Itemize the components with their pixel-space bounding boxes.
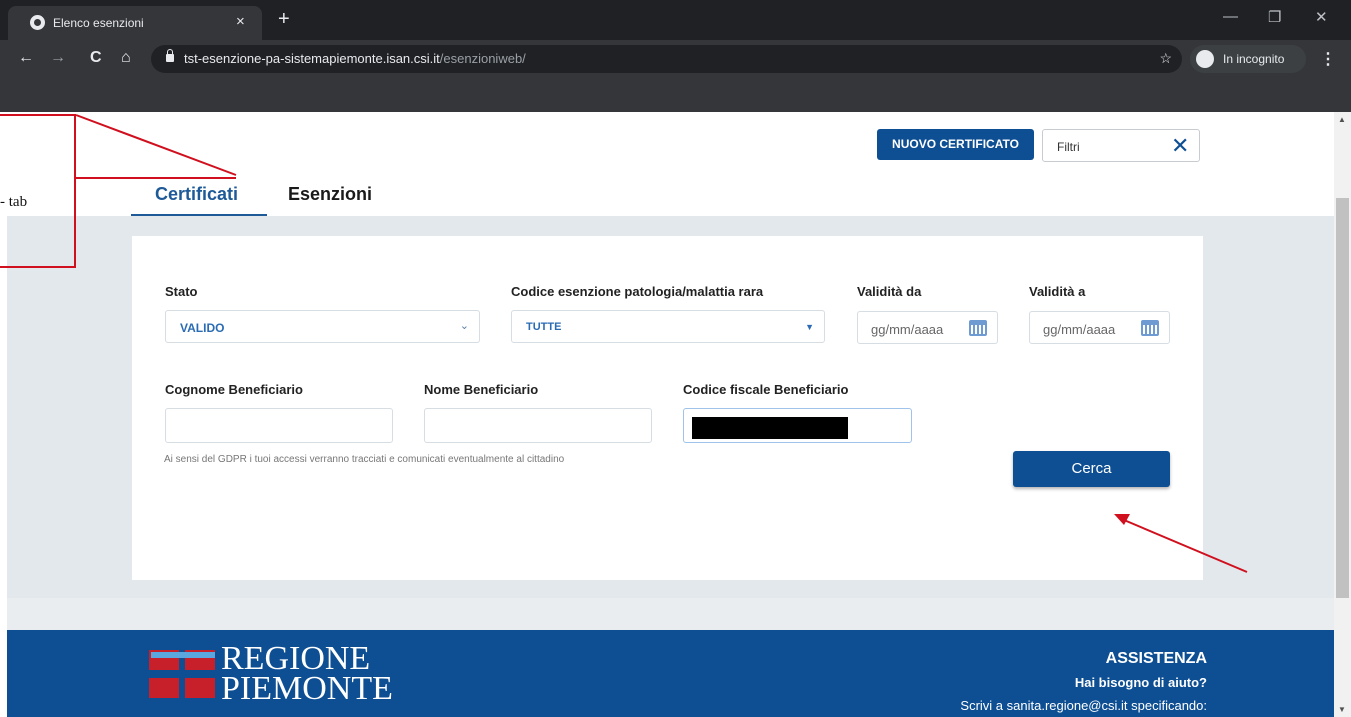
minimize-icon[interactable]: — <box>1223 8 1238 25</box>
nome-label: Nome Beneficiario <box>424 382 539 397</box>
calendar-icon[interactable] <box>1141 320 1159 336</box>
validita-a-label: Validità a <box>1029 284 1086 299</box>
tab-certificati[interactable]: Certificati <box>155 184 238 205</box>
codice-esenzione-select[interactable]: TUTTE ▼ <box>511 310 825 343</box>
globe-icon <box>30 15 45 30</box>
back-icon[interactable]: ← <box>18 49 34 67</box>
home-icon[interactable]: ⌂ <box>121 49 131 67</box>
nome-input[interactable] <box>424 408 652 443</box>
restore-icon[interactable]: ❐ <box>1268 8 1281 26</box>
help-text: Hai bisogno di aiuto? <box>1074 675 1207 690</box>
tab-close-icon[interactable]: × <box>236 13 245 30</box>
browser-toolbar: ← → C ⌂ tst-esenzione-pa-sistemapiemonte… <box>0 40 1351 78</box>
contact-text: Scrivi a sanita.regione@csi.it specifica… <box>960 698 1207 713</box>
new-tab-button[interactable]: + <box>278 8 290 31</box>
annotation-callout: - tab <box>0 114 76 268</box>
codice-fiscale-label: Codice fiscale Beneficiario <box>683 382 849 397</box>
tab-esenzioni[interactable]: Esenzioni <box>288 184 372 205</box>
page-content: NUOVO CERTIFICATO Filtri ✕ Certificati E… <box>0 112 1334 717</box>
regione-logo <box>149 650 217 704</box>
codice-esenzione-value: TUTTE <box>526 321 562 333</box>
tab-title: Elenco esenzioni <box>53 16 144 30</box>
page-scrollbar[interactable]: ▲ ▼ <box>1334 112 1351 717</box>
stato-select[interactable]: VALIDO ⌄ <box>165 310 480 343</box>
browser-tab[interactable]: Elenco esenzioni × <box>8 6 262 40</box>
incognito-icon <box>1196 50 1214 68</box>
close-icon[interactable]: ✕ <box>1171 133 1189 159</box>
forward-icon[interactable]: → <box>50 49 66 67</box>
validita-da-input[interactable]: gg/mm/aaaa <box>857 311 998 344</box>
browser-tab-bar: Elenco esenzioni × + — ❐ ✕ <box>0 0 1351 40</box>
scroll-down-icon[interactable]: ▼ <box>1338 705 1346 714</box>
validita-da-label: Validità da <box>857 284 922 299</box>
codice-fiscale-input[interactable] <box>683 408 912 443</box>
validita-a-placeholder: gg/mm/aaaa <box>1043 322 1116 337</box>
cognome-input[interactable] <box>165 408 393 443</box>
stato-label: Stato <box>165 284 198 299</box>
incognito-label: In incognito <box>1223 52 1285 66</box>
chevron-down-icon: ⌄ <box>459 320 469 332</box>
window-close-icon[interactable]: ✕ <box>1315 8 1328 26</box>
regione-logo-text: REGIONE PIEMONTE <box>221 640 393 707</box>
tab-strip: Certificati Esenzioni <box>131 172 403 217</box>
caret-down-icon: ▼ <box>805 322 814 332</box>
reload-icon[interactable]: C <box>90 49 102 67</box>
codice-esenzione-label: Codice esenzione patologia/malattia rara <box>511 284 764 299</box>
assistance-title: ASSISTENZA <box>1105 650 1207 667</box>
search-button[interactable]: Cerca <box>1013 451 1170 487</box>
address-bar[interactable]: tst-esenzione-pa-sistemapiemonte.isan.cs… <box>151 45 1182 73</box>
url-text: tst-esenzione-pa-sistemapiemonte.isan.cs… <box>184 51 526 66</box>
footer: REGIONE PIEMONTE ASSISTENZA Hai bisogno … <box>7 630 1334 717</box>
redacted-value <box>692 417 848 439</box>
cognome-label: Cognome Beneficiario <box>165 382 303 397</box>
annotation-label: - tab <box>0 194 28 210</box>
filters-label: Filtri <box>1057 140 1080 154</box>
scrollbar-thumb[interactable] <box>1336 198 1349 598</box>
browser-menu-icon[interactable]: ⋮ <box>1320 49 1336 69</box>
new-certificate-button[interactable]: NUOVO CERTIFICATO <box>877 129 1034 160</box>
stato-value: VALIDO <box>180 321 225 335</box>
calendar-icon[interactable] <box>969 320 987 336</box>
scroll-up-icon[interactable]: ▲ <box>1338 115 1346 124</box>
bookmark-bar <box>0 78 1351 112</box>
validita-da-placeholder: gg/mm/aaaa <box>871 322 944 337</box>
bookmark-star-icon[interactable]: ☆ <box>1159 50 1172 67</box>
validita-a-input[interactable]: gg/mm/aaaa <box>1029 311 1170 344</box>
footer-separator <box>7 598 1334 630</box>
gdpr-notice: Ai sensi del GDPR i tuoi accessi verrann… <box>164 454 565 465</box>
lock-icon <box>166 49 174 62</box>
filters-panel-toggle[interactable]: Filtri ✕ <box>1042 129 1200 162</box>
incognito-badge[interactable]: In incognito <box>1190 45 1306 73</box>
